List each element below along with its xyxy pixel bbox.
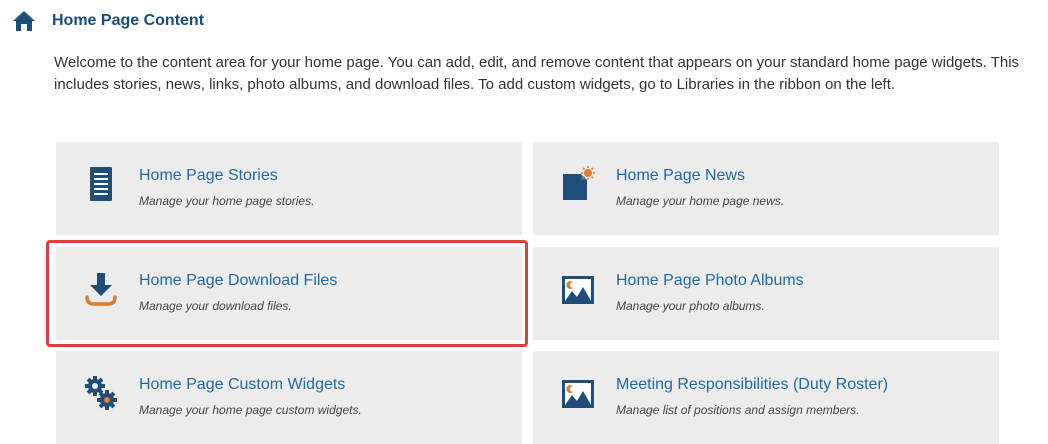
gears-icon [85,376,117,410]
card-meeting-responsibilities[interactable]: Meeting Responsibilities (Duty Roster) M… [533,351,999,444]
card-title[interactable]: Home Page Photo Albums [616,272,804,290]
card-description: Manage your home page stories. [139,194,315,208]
page-header: Home Page Content [12,10,204,32]
card-description: Manage your download files. [139,299,292,313]
card-description: Manage your home page news. [616,194,785,208]
page-title: Home Page Content [52,12,205,29]
card-title[interactable]: Home Page News [616,167,745,185]
card-home-page-custom-widgets[interactable]: Home Page Custom Widgets Manage your hom… [56,351,522,444]
card-title[interactable]: Home Page Custom Widgets [139,376,345,394]
card-description: Manage your home page custom widgets. [139,403,362,417]
photo-album-icon [562,276,594,304]
card-title[interactable]: Home Page Download Files [139,272,337,290]
card-title[interactable]: Meeting Responsibilities (Duty Roster) [616,376,888,394]
news-icon [563,166,595,200]
card-home-page-download-files[interactable]: Home Page Download Files Manage your dow… [56,247,522,340]
card-description: Manage your photo albums. [616,299,765,313]
photo-icon [562,380,594,408]
card-home-page-photo-albums[interactable]: Home Page Photo Albums Manage your photo… [533,247,999,340]
card-description: Manage list of positions and assign memb… [616,403,860,417]
card-home-page-stories[interactable]: Home Page Stories Manage your home page … [56,142,522,235]
card-home-page-news[interactable]: Home Page News Manage your home page new… [533,142,999,235]
document-list-icon [90,167,112,201]
home-icon[interactable] [12,10,36,32]
card-title[interactable]: Home Page Stories [139,167,278,185]
intro-text: Welcome to the content area for your hom… [54,54,1020,93]
download-icon [85,273,117,306]
